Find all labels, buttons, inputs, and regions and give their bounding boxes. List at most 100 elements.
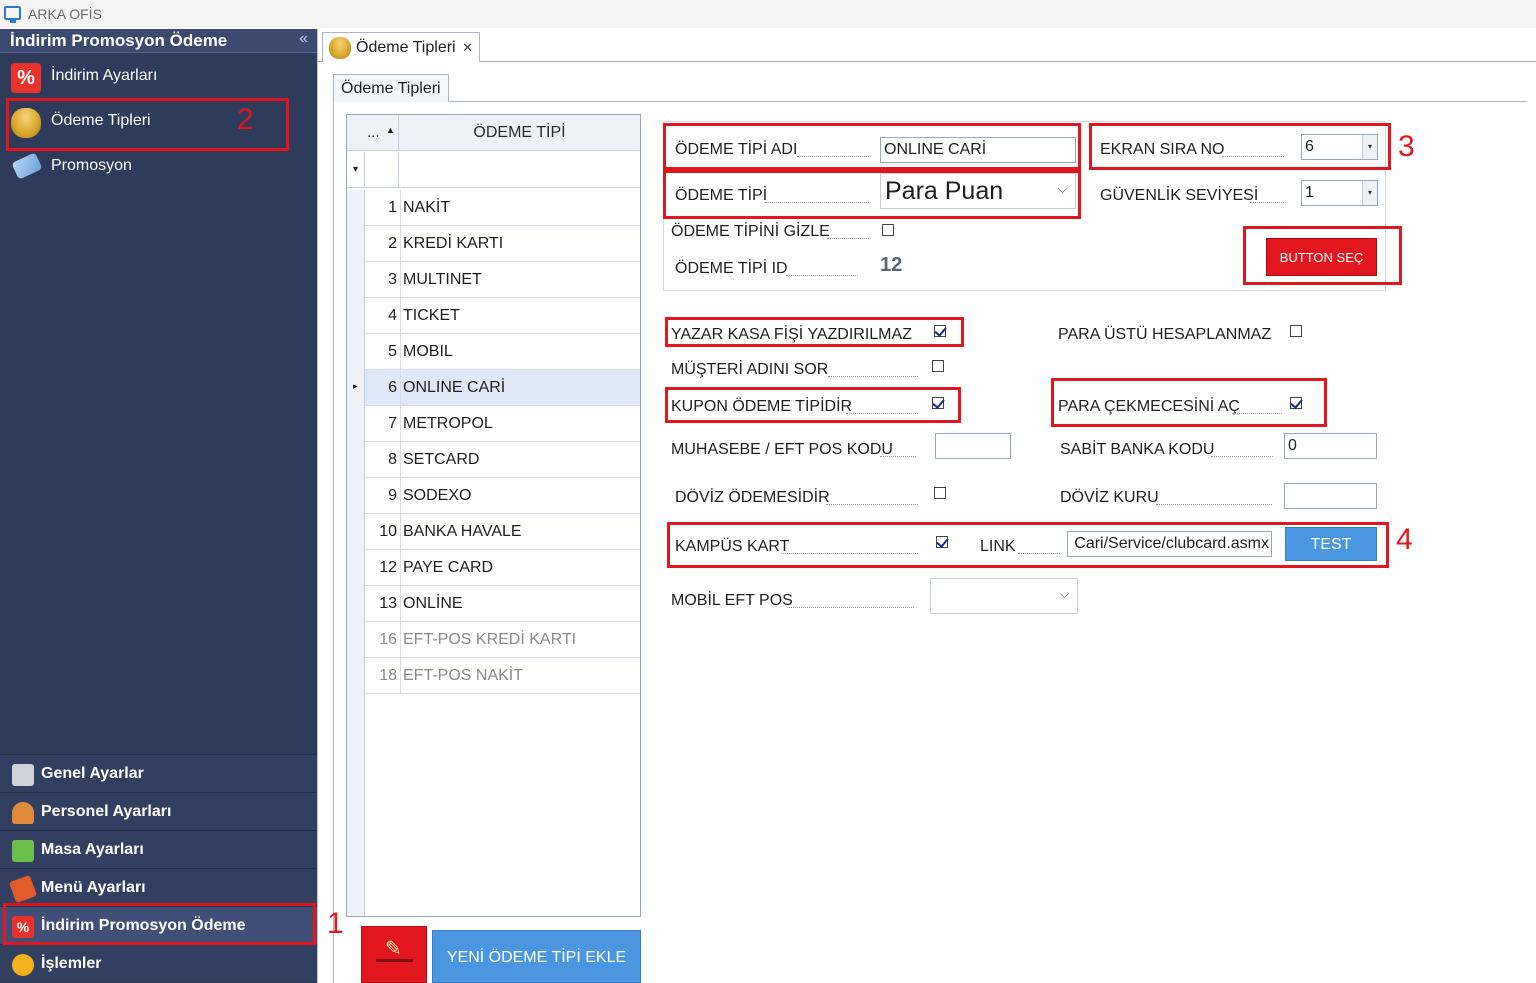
sidebar-item-promosyon[interactable]: Promosyon: [0, 145, 317, 189]
row-name-cell: KREDİ KARTI: [400, 226, 640, 262]
leader-dots: [787, 607, 914, 608]
title-bar: ARKA OFİS: [0, 0, 1536, 28]
row-indicator[interactable]: [347, 226, 365, 262]
collapse-icon[interactable]: «: [299, 30, 308, 48]
table-row[interactable]: ▸ 6 ONLINE CARİ: [347, 370, 640, 406]
odeme-tipi-id-value: 12: [880, 254, 903, 276]
monitor-icon: [4, 6, 21, 23]
doviz-kuru-label: DÖVİZ KURU: [1060, 489, 1159, 506]
percent-icon: %: [11, 63, 41, 93]
doviz-kuru-input[interactable]: [1284, 483, 1377, 509]
nav-group-label: Menü Ayarları: [41, 879, 146, 896]
leader-dots: [1156, 504, 1272, 505]
row-id-cell: 13: [379, 595, 397, 612]
chevron-down-icon: ⌵: [1059, 587, 1069, 601]
row-name-cell: EFT-POS NAKİT: [400, 658, 640, 694]
row-indicator[interactable]: [347, 298, 365, 334]
row-indicator[interactable]: ▸: [347, 370, 365, 406]
table-row[interactable]: 12 PAYE CARD: [347, 550, 640, 586]
annotation-number-3: 3: [1398, 130, 1415, 163]
leader-dots: [1211, 456, 1273, 457]
annotation-box-3: [1089, 123, 1391, 170]
musteri-adi-label: MÜŞTERİ ADINI SOR: [671, 361, 829, 378]
row-id-cell: 18: [379, 667, 397, 684]
table-row[interactable]: 13 ONLİNE: [347, 586, 640, 622]
row-name-cell: ONLINE CARİ: [400, 370, 640, 406]
doviz-odeme-checkbox[interactable]: [934, 487, 946, 499]
table-row[interactable]: 5 MOBIL: [347, 334, 640, 370]
para-ustu-checkbox[interactable]: [1290, 325, 1302, 337]
row-indicator[interactable]: [347, 442, 365, 478]
row-indicator[interactable]: [347, 190, 365, 226]
row-name-cell: TICKET: [400, 298, 640, 334]
tab-odeme-tipleri[interactable]: Ödeme Tipleri ✕: [322, 32, 480, 62]
table-row[interactable]: 18 EFT-POS NAKİT: [347, 658, 640, 694]
row-id-cell: 4: [388, 307, 397, 324]
row-indicator[interactable]: [347, 406, 365, 442]
row-id-cell: 3: [388, 271, 397, 288]
menu-icon: [8, 874, 38, 904]
row-indicator[interactable]: [347, 262, 365, 298]
row-id-cell: 5: [388, 343, 397, 360]
row-pointer-icon: ▸: [353, 381, 358, 391]
column-header-odeme-tipi[interactable]: ÖDEME TİPİ: [399, 115, 640, 151]
mobil-eft-select[interactable]: ⌵: [930, 578, 1078, 614]
guvenlik-spinner[interactable]: 1 ▾: [1301, 180, 1378, 206]
gizle-label: ÖDEME TİPİNİ GİZLE: [671, 223, 830, 240]
annotation-number-1: 1: [327, 907, 344, 940]
row-indicator[interactable]: [347, 586, 365, 622]
row-name-cell: SETCARD: [400, 442, 640, 478]
table-row[interactable]: 10 BANKA HAVALE: [347, 514, 640, 550]
sabit-banka-input[interactable]: 0: [1284, 433, 1377, 459]
sort-asc-icon: ▲: [386, 125, 395, 135]
sidebar-header: İndirim Promosyon Ödeme «: [0, 29, 317, 53]
row-indicator[interactable]: [347, 550, 365, 586]
sidebar-item-indirim-ayarlari[interactable]: % İndirim Ayarları: [0, 55, 317, 99]
muhasebe-input[interactable]: [935, 433, 1011, 459]
spinner-arrow-icon[interactable]: ▾: [1362, 181, 1377, 205]
nav-group-menu-ayarlari[interactable]: Menü Ayarları: [0, 868, 317, 906]
row-id-cell: 10: [379, 523, 397, 540]
close-icon[interactable]: ✕: [462, 40, 473, 56]
row-name-cell: SODEXO: [400, 478, 640, 514]
doviz-odeme-label: DÖVİZ ÖDEMESİDİR: [675, 489, 830, 506]
table-row[interactable]: 7 METROPOL: [347, 406, 640, 442]
table-row[interactable]: 2 KREDİ KARTI: [347, 226, 640, 262]
table-row[interactable]: 1 NAKİT: [347, 190, 640, 226]
row-indicator[interactable]: [347, 622, 365, 658]
table-row[interactable]: 9 SODEXO: [347, 478, 640, 514]
sidebar-item-label: İndirim Ayarları: [51, 67, 158, 84]
table-row[interactable]: 8 SETCARD: [347, 442, 640, 478]
nav-group-islemler[interactable]: İşlemler: [0, 944, 317, 982]
row-id-cell: 12: [379, 559, 397, 576]
column-header-id[interactable]: ... ▲: [347, 115, 399, 151]
inner-tab-odeme-tipleri[interactable]: Ödeme Tipleri: [333, 74, 449, 102]
nav-group-masa-ayarlari[interactable]: Masa Ayarları: [0, 830, 317, 868]
table-row[interactable]: 16 EFT-POS KREDİ KARTI: [347, 622, 640, 658]
leader-dots: [826, 504, 918, 505]
row-indicator[interactable]: [347, 658, 365, 694]
annotation-number-4: 4: [1396, 523, 1413, 556]
sidebar-header-title: İndirim Promosyon Ödeme: [10, 31, 228, 50]
row-indicator[interactable]: [347, 514, 365, 550]
gizle-checkbox[interactable]: [882, 224, 894, 236]
musteri-adi-checkbox[interactable]: [932, 360, 944, 372]
person-icon: [12, 802, 34, 824]
table-row[interactable]: 4 TICKET: [347, 298, 640, 334]
nav-group-personel-ayarlari[interactable]: Personel Ayarları: [0, 792, 317, 830]
row-name-cell: EFT-POS KREDİ KARTI: [400, 622, 640, 658]
coins-icon: [329, 37, 351, 59]
table-row[interactable]: 3 MULTINET: [347, 262, 640, 298]
nav-group-genel-ayarlar[interactable]: Genel Ayarlar: [0, 754, 317, 792]
odeme-tipi-id-label: ÖDEME TİPİ ID: [675, 260, 788, 277]
para-ustu-label: PARA ÜSTÜ HESAPLANMAZ: [1058, 326, 1272, 343]
row-id-cell: 8: [388, 451, 397, 468]
row-id-cell: 6: [388, 379, 397, 396]
edit-button[interactable]: ✎: [361, 926, 427, 983]
row-indicator[interactable]: [347, 478, 365, 514]
tab-strip-divider: [318, 61, 1536, 62]
add-payment-type-button[interactable]: YENİ ÖDEME TİPİ EKLE: [432, 930, 641, 983]
row-indicator[interactable]: [347, 334, 365, 370]
filter-cell-id[interactable]: [365, 152, 399, 188]
grid-filter-row[interactable]: ▾: [347, 152, 640, 188]
